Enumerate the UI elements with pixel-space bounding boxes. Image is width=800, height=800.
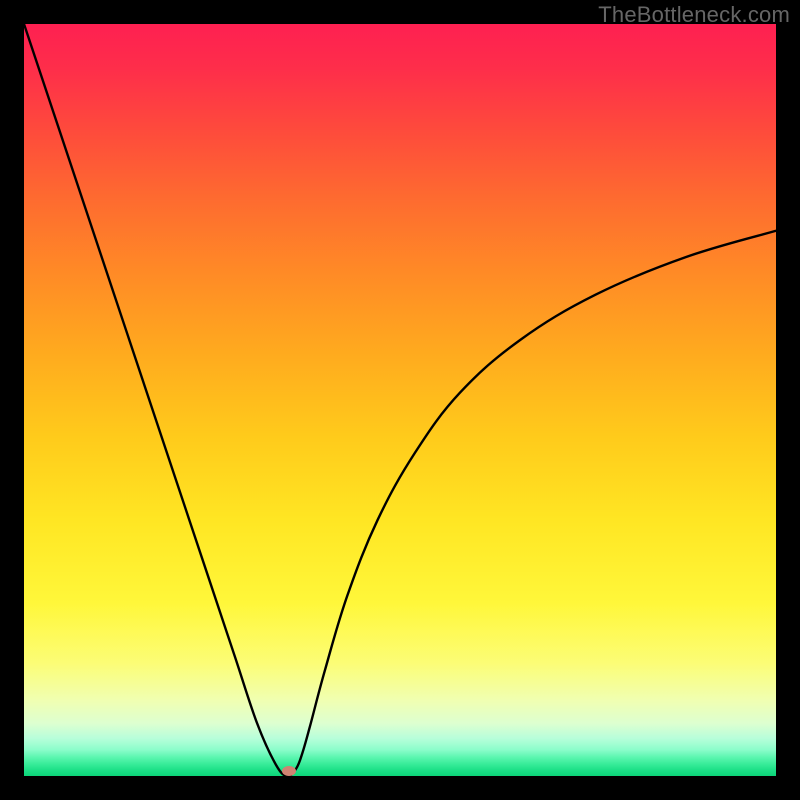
curve-svg <box>24 24 776 776</box>
bottleneck-curve <box>24 24 776 776</box>
chart-frame: TheBottleneck.com <box>0 0 800 800</box>
minimum-marker <box>282 766 296 776</box>
watermark-text: TheBottleneck.com <box>598 2 790 28</box>
plot-area <box>24 24 776 776</box>
